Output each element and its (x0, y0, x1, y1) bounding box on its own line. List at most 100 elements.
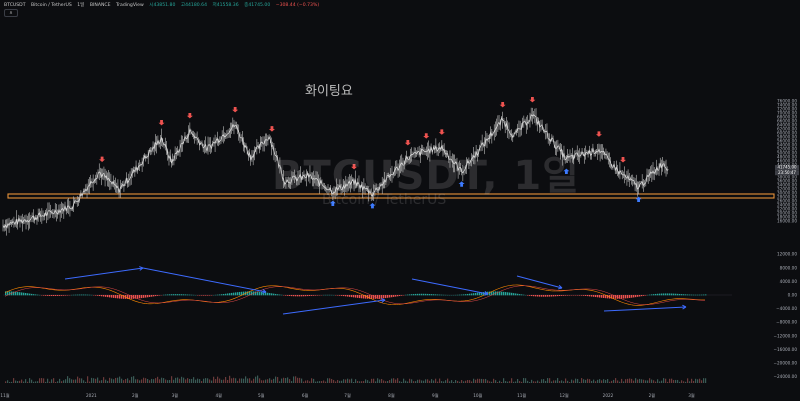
sell-signal-arrow-icon (438, 129, 445, 135)
volume-bar (103, 377, 105, 383)
macd-histogram-bar (395, 295, 397, 297)
volume-bar (561, 380, 563, 383)
volume-bar (401, 381, 403, 383)
macd-histogram-bar (99, 295, 101, 297)
volume-bar (163, 378, 165, 383)
macd-histogram-bar (683, 294, 685, 296)
macd-histogram-bar (593, 295, 595, 297)
volume-bar (667, 381, 669, 383)
macd-histogram-bar (171, 294, 173, 296)
volume-bar (439, 378, 441, 383)
macd-histogram-bar (535, 295, 537, 297)
volume-bar (395, 379, 397, 383)
volume-bar (149, 380, 151, 383)
macd-histogram-bar (475, 292, 477, 296)
volume-bar (369, 381, 371, 383)
macd-histogram-bar (151, 295, 153, 297)
volume-bar (53, 378, 55, 383)
symbol-name: Bitcoin / TetherUS (31, 3, 72, 8)
volume-bar (91, 377, 93, 383)
y-tick-label: 16000.00 (777, 219, 797, 224)
volume-bar (623, 381, 625, 383)
macd-histogram-bar (95, 295, 97, 296)
macd-histogram-bar (581, 295, 583, 296)
volume-bar (519, 381, 521, 383)
y-tick-label: −24000.00 (774, 374, 798, 379)
macd-histogram-bar (97, 295, 99, 296)
source-label: TradingView (115, 3, 144, 8)
volume-bar (253, 378, 255, 383)
macd-histogram-bar (285, 295, 287, 296)
volume-bar (505, 381, 507, 383)
macd-histogram-bar (499, 291, 501, 296)
macd-histogram-bar (401, 295, 403, 296)
sell-signal-arrow-icon (423, 133, 430, 139)
macd-histogram-bar (123, 295, 125, 299)
volume-bar (597, 379, 599, 383)
volume-bar (239, 378, 241, 383)
volume-bar (571, 379, 573, 383)
volume-bar (169, 380, 171, 383)
volume-bar (61, 381, 63, 383)
x-tick-label: 10월 (473, 392, 482, 399)
volume-bar (319, 381, 321, 383)
volume-bar (99, 380, 101, 383)
volume-bar (13, 378, 15, 383)
symbol-label[interactable]: BTCUSDT (4, 3, 26, 8)
macd-histogram-bar (409, 294, 411, 296)
macd-histogram-bar (279, 294, 281, 296)
macd-histogram-bar (181, 294, 183, 296)
volume-bar (403, 378, 405, 383)
volume-bar (323, 380, 325, 383)
volume-bar (255, 376, 257, 383)
volume-bar (389, 379, 391, 383)
macd-histogram-bar (89, 294, 91, 296)
macd-histogram-bar (657, 293, 659, 296)
macd-histogram-bar (585, 295, 587, 296)
volume-bar (67, 376, 69, 383)
volume-bar (425, 379, 427, 383)
macd-histogram-bar (471, 293, 473, 296)
collapse-toggle-button[interactable]: ∧ (4, 9, 18, 17)
macd-histogram-bar (631, 295, 633, 298)
volume-bar (529, 381, 531, 383)
macd-histogram-bar (639, 295, 641, 297)
volume-bar (415, 381, 417, 383)
volume-bar (417, 379, 419, 383)
volume-bar (187, 378, 189, 383)
volume-bar (497, 381, 499, 383)
interval-label[interactable]: 1일 (77, 3, 84, 8)
volume-bar (357, 380, 359, 383)
volume-bar (113, 379, 115, 383)
volume-bar (605, 379, 607, 383)
sell-signal-arrow-icon (158, 120, 165, 126)
macd-histogram-bar (467, 293, 469, 296)
volume-bar (83, 380, 85, 383)
volume-bar (567, 380, 569, 383)
macd-histogram-bar (705, 294, 707, 296)
volume-bar (655, 381, 657, 383)
macd-histogram-bar (415, 293, 417, 296)
volume-bar (5, 381, 7, 383)
volume-bar (271, 379, 273, 383)
volume-bar (411, 379, 413, 383)
volume-bar (301, 378, 303, 383)
volume-bar (79, 378, 81, 383)
high-value: 고44180.64 (180, 3, 207, 8)
volume-bar (267, 379, 269, 383)
volume-bar (37, 381, 39, 383)
macd-histogram-bar (691, 294, 693, 296)
macd-histogram-bar (545, 295, 547, 297)
macd-histogram-bar (145, 295, 147, 298)
macd-histogram-bar (501, 291, 503, 296)
macd-histogram-bar (33, 294, 35, 296)
volume-bar (11, 381, 13, 383)
macd-histogram-bar (275, 293, 277, 296)
macd-histogram-bar (671, 293, 673, 296)
volume-bar (109, 377, 111, 383)
volume-bar (321, 381, 323, 383)
chart-header: BTCUSDT Bitcoin / TetherUS 1일 BINANCE Tr… (4, 2, 323, 8)
volume-bar (285, 378, 287, 383)
macd-histogram-bar (655, 293, 657, 296)
volume-bar (513, 381, 515, 383)
